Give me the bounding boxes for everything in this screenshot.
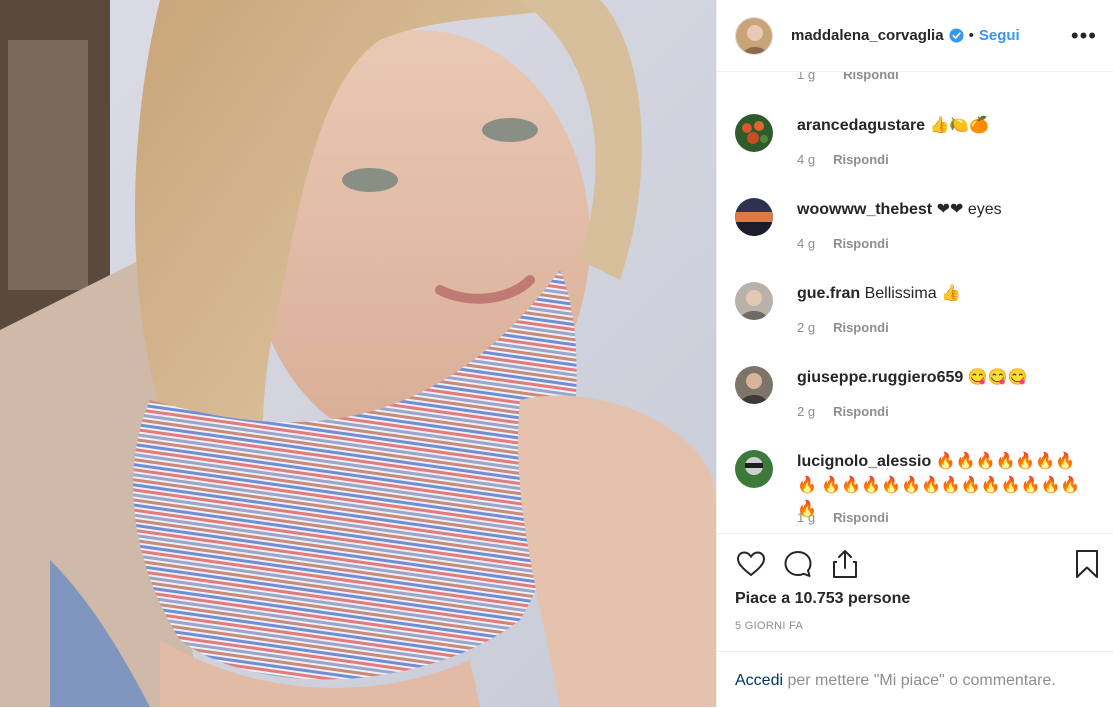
comment-time: 2 g xyxy=(797,404,816,419)
comment-text: Bellissima 👍 xyxy=(860,285,961,302)
comment-meta: 1 g Rispondi xyxy=(797,510,889,525)
reply-button[interactable]: Rispondi xyxy=(833,320,889,335)
photo-illustration xyxy=(0,0,716,707)
comment-username[interactable]: lucignolo_alessio xyxy=(797,453,931,470)
reply-button[interactable]: Rispondi xyxy=(833,152,889,167)
comment-body: arancedagustare 👍🍋🍊 xyxy=(797,114,1087,138)
avatar-image xyxy=(735,450,773,488)
partial-comment-meta: 1 g Rispondi xyxy=(797,72,899,82)
comment-meta: 2 g Rispondi xyxy=(797,404,889,419)
action-icons xyxy=(735,548,1098,580)
comment-text: ❤❤ eyes xyxy=(932,201,1002,218)
author-username[interactable]: maddalena_corvaglia xyxy=(791,27,944,44)
comment-avatar[interactable] xyxy=(735,450,773,488)
comment-time: 2 g xyxy=(797,320,816,335)
comment-body: gue.fran Bellissima 👍 xyxy=(797,282,1087,306)
comment-time: 4 g xyxy=(797,236,816,251)
comment-meta: 4 g Rispondi xyxy=(797,236,889,251)
comment-time: 1 g xyxy=(797,510,816,525)
partial-comment-time: 1 g xyxy=(797,72,816,82)
comment-avatar[interactable] xyxy=(735,366,773,404)
login-prompt-text: per mettere "Mi piace" o commentare. xyxy=(783,672,1056,689)
separator-dot: • xyxy=(968,27,974,44)
heart-icon[interactable] xyxy=(735,548,767,580)
comment-avatar[interactable] xyxy=(735,198,773,236)
author-avatar[interactable] xyxy=(735,16,773,55)
avatar-image xyxy=(736,17,772,54)
avatar-image xyxy=(735,198,773,236)
post-time: 5 GIORNI FA xyxy=(735,620,804,632)
comment-body: giuseppe.ruggiero659 😋😋😋 xyxy=(797,366,1087,390)
follow-button[interactable]: Segui xyxy=(979,27,1020,44)
avatar-image xyxy=(735,282,773,320)
post-actions: Piace a 10.753 persone 5 GIORNI FA Acced… xyxy=(717,533,1113,707)
more-icon[interactable]: ••• xyxy=(1071,24,1097,47)
login-link[interactable]: Accedi xyxy=(735,672,783,689)
likes-count: Piace a 10.753 persone xyxy=(735,590,910,608)
comment-time: 4 g xyxy=(797,152,816,167)
reply-button[interactable]: Rispondi xyxy=(833,510,889,525)
share-icon[interactable] xyxy=(829,548,861,580)
comment-meta: 2 g Rispondi xyxy=(797,320,889,335)
post-side-panel: maddalena_corvaglia • Segui ••• 1 g Rispo… xyxy=(716,0,1113,707)
post-header: maddalena_corvaglia • Segui ••• xyxy=(717,0,1113,72)
reply-button[interactable]: Rispondi xyxy=(833,404,889,419)
likes-prefix: Piace a xyxy=(735,590,795,607)
comment-username[interactable]: giuseppe.ruggiero659 xyxy=(797,369,963,386)
comment-username[interactable]: gue.fran xyxy=(797,285,860,302)
comment-meta: 4 g Rispondi xyxy=(797,152,889,167)
comments-list[interactable]: 1 g Rispondi arancedagustare 👍🍋🍊 4 g Rispo… xyxy=(717,72,1113,533)
comment-text: 👍🍋🍊 xyxy=(925,117,990,134)
avatar-image xyxy=(735,114,773,152)
likes-number[interactable]: 10.753 xyxy=(795,590,844,607)
partial-reply-button[interactable]: Rispondi xyxy=(843,72,899,82)
comment-body: woowww_thebest ❤❤ eyes xyxy=(797,198,1087,222)
comment-username[interactable]: arancedagustare xyxy=(797,117,925,134)
comment-icon[interactable] xyxy=(782,548,814,580)
reply-button[interactable]: Rispondi xyxy=(833,236,889,251)
likes-suffix: persone xyxy=(843,590,911,607)
avatar-image xyxy=(735,366,773,404)
post-photo[interactable] xyxy=(0,0,716,707)
login-prompt: Accedi per mettere "Mi piace" o commenta… xyxy=(717,651,1113,708)
verified-icon xyxy=(949,28,964,43)
comment-username[interactable]: woowww_thebest xyxy=(797,201,932,218)
comment-avatar[interactable] xyxy=(735,114,773,152)
bookmark-icon[interactable] xyxy=(1071,548,1103,580)
comment-text: 😋😋😋 xyxy=(963,369,1028,386)
comment-avatar[interactable] xyxy=(735,282,773,320)
